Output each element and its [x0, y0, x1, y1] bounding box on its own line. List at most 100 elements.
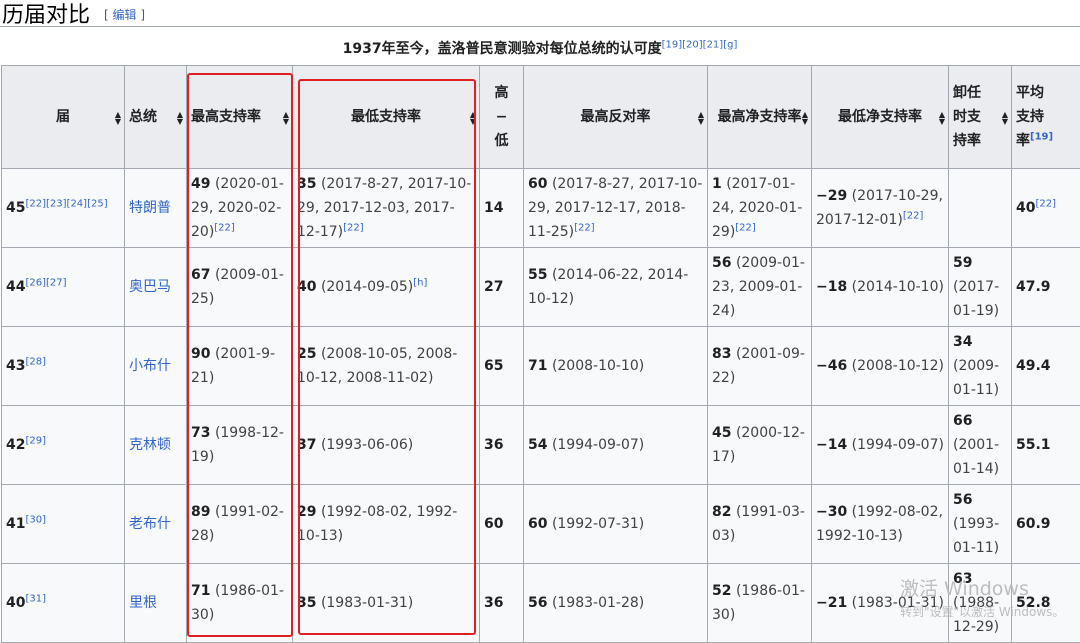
- col-header-president[interactable]: 总统▲▼: [125, 66, 187, 169]
- lowest-net-ref[interactable]: [22]: [903, 210, 924, 221]
- cell-president: 小布什: [125, 327, 187, 406]
- cell-final-approval: 66(2001-01-14): [949, 406, 1012, 485]
- caption-ref-21[interactable]: [21]: [703, 39, 724, 50]
- lowest-approval-value: 40: [297, 279, 316, 295]
- cell-final-approval: 56(1993-01-11): [949, 485, 1012, 564]
- cell-lowest-net: −29 (2017-10-29, 2017-12-01)[22]: [812, 169, 949, 248]
- sort-icon: ▲▼: [177, 111, 183, 125]
- term-ref[interactable]: [29]: [25, 435, 46, 446]
- windows-watermark: 激活 Windows 转到"设置"以激活 Windows。: [900, 574, 1064, 620]
- term-ref[interactable]: [30]: [25, 514, 46, 525]
- cell-highest-approval: 90 (2001-9-21): [187, 327, 293, 406]
- cell-term: 43[28]: [2, 327, 125, 406]
- highest-disapproval-date: (2017-8-27, 2017-10-29, 2017-12-17, 2018…: [528, 176, 702, 240]
- cell-lowest-approval: 29 (1992-08-02, 1992-10-13): [293, 485, 480, 564]
- highest-approval-value: 49: [191, 176, 210, 192]
- lowest-approval-value: 35: [297, 176, 316, 192]
- cell-term: 40[31]: [2, 564, 125, 643]
- lowest-approval-value: 29: [297, 504, 316, 520]
- caption-ref-20[interactable]: [20]: [682, 39, 703, 50]
- col-header-lowest-approval[interactable]: 最低支持率▲▼: [293, 66, 480, 169]
- section-heading: 历届对比 [ 编辑 ]: [0, 0, 1080, 27]
- lowest-approval-value: 25: [297, 346, 316, 362]
- cell-president: 克林顿: [125, 406, 187, 485]
- col-header-final-approval[interactable]: 卸任时支持率▲▼: [949, 66, 1012, 169]
- term-ref[interactable]: [22][23][24][25]: [25, 198, 107, 209]
- term-ref[interactable]: [28]: [25, 356, 46, 367]
- president-link[interactable]: 里根: [129, 595, 157, 611]
- cell-high-low-diff: 36: [480, 564, 524, 643]
- cell-lowest-approval: 25 (2008-10-05, 2008-10-12, 2008-11-02): [293, 327, 480, 406]
- cell-final-approval: 34(2009-01-11): [949, 327, 1012, 406]
- highest-net-ref[interactable]: [22]: [735, 222, 756, 233]
- edit-link[interactable]: 编辑: [113, 8, 137, 22]
- president-link[interactable]: 特朗普: [129, 200, 171, 216]
- avg-ref[interactable]: [19]: [1030, 131, 1053, 142]
- average-ref[interactable]: [22]: [1035, 198, 1056, 209]
- lowest-net-date: (2014-10-10): [852, 279, 944, 295]
- term-ref[interactable]: [26][27]: [25, 277, 66, 288]
- col-header-lowest-net[interactable]: 最低净支持率▲▼: [812, 66, 949, 169]
- highest-disapproval-value: 56: [528, 595, 547, 611]
- sort-icon: ▲▼: [802, 111, 808, 125]
- col-header-term[interactable]: 届▲▼: [2, 66, 125, 169]
- highest-disapproval-value: 60: [528, 516, 547, 532]
- highest-net-value: 82: [712, 504, 731, 520]
- col-header-highest-net[interactable]: 最高净支持率▲▼: [708, 66, 812, 169]
- cell-highest-net: 56 (2009-01-23, 2009-01-24): [708, 248, 812, 327]
- highest-net-value: 52: [712, 583, 731, 599]
- sort-icon: ▲▼: [1002, 111, 1008, 125]
- lowest-net-value: −46: [816, 358, 847, 374]
- president-link[interactable]: 克林顿: [129, 437, 171, 453]
- highest-net-value: 1: [712, 176, 722, 192]
- cell-high-low-diff: 27: [480, 248, 524, 327]
- highest-disapproval-value: 54: [528, 437, 547, 453]
- caption-ref-19[interactable]: [19]: [662, 39, 683, 50]
- lowest-approval-ref[interactable]: [22]: [343, 222, 364, 233]
- cell-highest-disapproval: 55 (2014-06-22, 2014-10-12): [524, 248, 708, 327]
- cell-highest-net: 52 (1986-01-30): [708, 564, 812, 643]
- president-link[interactable]: 老布什: [129, 516, 171, 532]
- cell-highest-net: 83 (2001-09-22): [708, 327, 812, 406]
- president-link[interactable]: 奥巴马: [129, 279, 171, 295]
- lowest-approval-value: 35: [297, 595, 316, 611]
- lowest-approval-date: (2014-09-05): [321, 279, 413, 295]
- sort-icon: ▲▼: [470, 111, 476, 125]
- cell-lowest-approval: 35 (2017-8-27, 2017-10-29, 2017-12-03, 2…: [293, 169, 480, 248]
- sort-icon: ▲▼: [939, 111, 945, 125]
- highest-disapproval-ref[interactable]: [22]: [574, 222, 595, 233]
- highest-disapproval-value: 60: [528, 176, 547, 192]
- cell-highest-disapproval: 54 (1994-09-07): [524, 406, 708, 485]
- cell-lowest-net: −18 (2014-10-10): [812, 248, 949, 327]
- lowest-approval-ref[interactable]: [h]: [413, 277, 427, 288]
- col-header-average[interactable]: 平均支持率[19]: [1012, 66, 1080, 169]
- cell-average: 55.1: [1012, 406, 1080, 485]
- highest-net-value: 56: [712, 255, 731, 271]
- highest-approval-value: 67: [191, 267, 210, 283]
- edit-section: [ 编辑 ]: [104, 6, 145, 23]
- col-header-highest-disapproval[interactable]: 最高反对率▲▼: [524, 66, 708, 169]
- sort-icon: ▲▼: [115, 111, 121, 125]
- highest-disapproval-date: (2008-10-10): [552, 358, 644, 374]
- sort-icon: ▲▼: [283, 111, 289, 125]
- highest-approval-ref[interactable]: [22]: [214, 222, 235, 233]
- col-header-highest-approval[interactable]: 最高支持率▲▼: [187, 66, 293, 169]
- lowest-net-value: −18: [816, 279, 847, 295]
- caption-text: 1937年至今，盖洛普民意测验对每位总统的认可度: [343, 41, 662, 57]
- cell-lowest-net: −30 (1992-08-02, 1992-10-13): [812, 485, 949, 564]
- cell-president: 奥巴马: [125, 248, 187, 327]
- cell-highest-disapproval: 60 (1992-07-31): [524, 485, 708, 564]
- table-row: 42[29]克林顿73 (1998-12-19)37 (1993-06-06)3…: [2, 406, 1080, 485]
- cell-highest-net: 1 (2017-01-24, 2020-01-29)[22]: [708, 169, 812, 248]
- section-title: 历届对比: [2, 0, 90, 29]
- cell-highest-disapproval: 56 (1983-01-28): [524, 564, 708, 643]
- caption-ref-g[interactable]: [g]: [723, 39, 737, 50]
- term-ref[interactable]: [31]: [25, 593, 46, 604]
- highest-net-value: 83: [712, 346, 731, 362]
- lowest-net-date: (1994-09-07): [852, 437, 944, 453]
- highest-disapproval-value: 55: [528, 267, 547, 283]
- cell-lowest-net: −46 (2008-10-12): [812, 327, 949, 406]
- table-row: 41[30]老布什89 (1991-02-28)29 (1992-08-02, …: [2, 485, 1080, 564]
- president-link[interactable]: 小布什: [129, 358, 171, 374]
- cell-average: 40[22]: [1012, 169, 1080, 248]
